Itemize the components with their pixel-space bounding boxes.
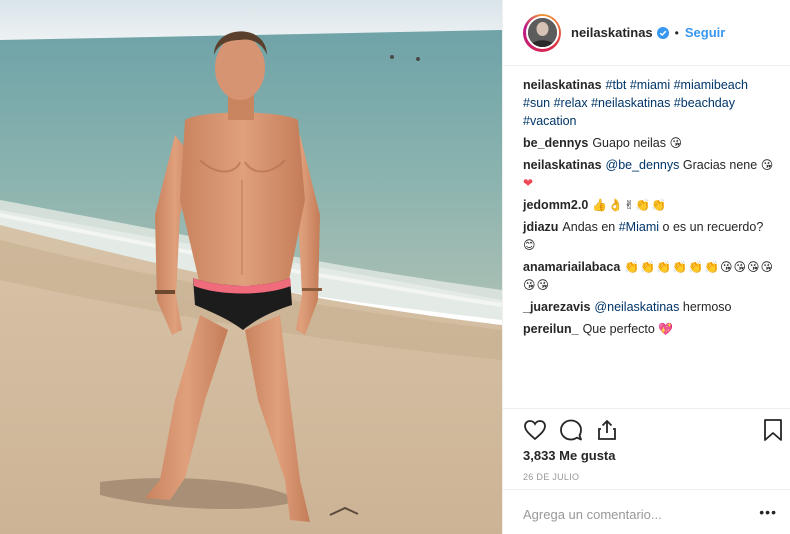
comment-item: anamariailabaca 👏👏👏👏👏👏😘😘😘😘😘😘 (523, 258, 778, 294)
comment-item: pereilun_ Que perfecto 💖 (523, 320, 778, 338)
comment-username[interactable]: neilaskatinas (523, 78, 602, 92)
heart-icon[interactable] (523, 418, 547, 445)
action-icons (523, 418, 783, 444)
hashtag-link[interactable]: @neilaskatinas (594, 300, 679, 314)
comment-username[interactable]: be_dennys (523, 136, 588, 150)
avatar-photo-icon (527, 18, 557, 47)
comment-text: Gracias nene (682, 158, 758, 172)
header-separator: • (674, 25, 679, 40)
verified-badge-icon (656, 26, 669, 39)
comment-text: hermoso (682, 300, 732, 314)
comment-username[interactable]: jedomm2.0 (523, 198, 588, 212)
comment-item: jdiazu Andas en #Miami o es un recuerdo? … (523, 218, 778, 254)
post-date: 26 DE JULIO (523, 472, 580, 482)
emoji-icon: 👍👌✌👏👏 (592, 198, 668, 212)
comment-text: Andas en (562, 220, 616, 234)
comment-text: Guapo neilas (592, 136, 666, 150)
post-photo[interactable] (0, 0, 502, 534)
comment-icon[interactable] (559, 418, 583, 445)
comment-username[interactable]: _juarezavis (523, 300, 590, 314)
post-actions: 3,833 Me gusta 26 DE JULIO Agrega un com… (503, 408, 790, 534)
comment-item: be_dennys Guapo neilas 😘 (523, 134, 778, 152)
emoji-icon: 😊 (523, 238, 537, 252)
comment-username[interactable]: pereilun_ (523, 322, 579, 336)
comment-username[interactable]: neilaskatinas (523, 158, 602, 172)
heart-emoji-icon: 💖 (658, 322, 675, 336)
comment-item: jedomm2.0 👍👌✌👏👏 (523, 196, 778, 214)
post-sidebar: neilaskatinas • Seguir neilaskatinas #tbt… (502, 0, 790, 534)
header-username[interactable]: neilaskatinas (571, 25, 653, 40)
share-icon[interactable] (595, 418, 619, 445)
follow-button[interactable]: Seguir (685, 25, 725, 40)
comment-text: Que perfecto (582, 322, 655, 336)
hashtag-link[interactable]: @be_dennys (606, 158, 680, 172)
avatar[interactable] (525, 16, 559, 49)
comment-item: neilaskatinas @be_dennys Gracias nene 😘 ❤ (523, 156, 778, 192)
post-header: neilaskatinas • Seguir (503, 0, 790, 66)
comments-list: neilaskatinas #tbt #miami #miamibeach #su… (523, 76, 778, 342)
emoji-icon: 😘 (669, 136, 683, 150)
comment-text: o es un recuerdo? (662, 220, 764, 234)
beach-photo-illustration (0, 0, 502, 534)
emoji-icon: 😘 (760, 158, 775, 172)
comment-item: neilaskatinas #tbt #miami #miamibeach #su… (523, 76, 778, 130)
hashtag-link[interactable]: #Miami (619, 220, 659, 234)
instagram-post: neilaskatinas • Seguir neilaskatinas #tbt… (0, 0, 790, 534)
comment-item: _juarezavis @neilaskatinas hermoso (523, 298, 778, 316)
bookmark-icon[interactable] (763, 418, 783, 445)
more-options-icon[interactable]: ••• (759, 504, 777, 520)
heart-emoji-icon: ❤ (523, 176, 535, 190)
add-comment-bar: Agrega un comentario... ••• (503, 489, 790, 534)
comment-username[interactable]: anamariailabaca (523, 260, 620, 274)
comment-username[interactable]: jdiazu (523, 220, 558, 234)
likes-count[interactable]: 3,833 Me gusta (523, 448, 616, 463)
story-ring[interactable] (523, 13, 561, 52)
add-comment-input[interactable]: Agrega un comentario... (523, 507, 662, 522)
